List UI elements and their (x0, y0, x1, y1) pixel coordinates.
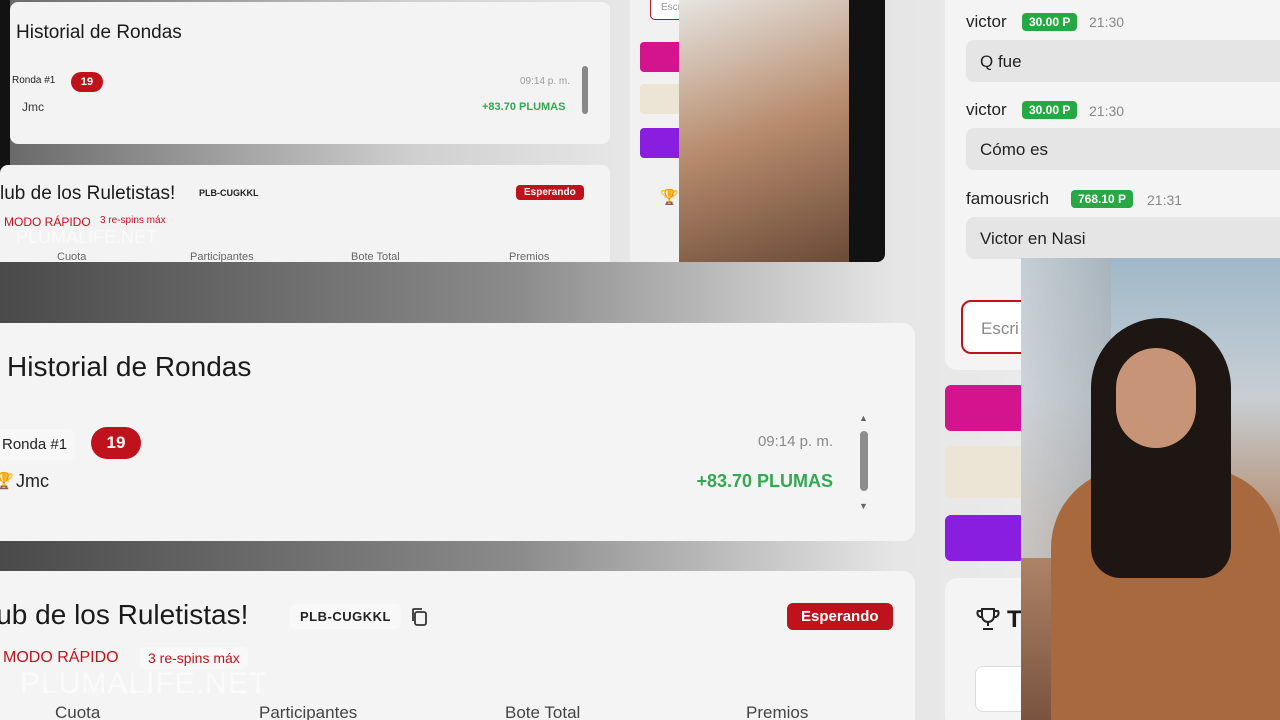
chat-time: 21:31 (1147, 192, 1183, 208)
thumbnail-col-premios: Premios (509, 251, 550, 262)
purple-action-button[interactable] (945, 515, 1025, 561)
round-gain: +83.70 PLUMAS (696, 471, 833, 491)
thumbnail-gain: +83.70 PLUMAS (482, 101, 566, 113)
thumbnail-club-code: PLB-CUGKKL (199, 188, 259, 198)
trophy-icon (976, 608, 1000, 630)
thumbnail-player: Jmc (22, 100, 44, 114)
chat-username: famousrich (966, 189, 1050, 208)
magenta-action-button[interactable] (945, 385, 1025, 431)
club-code: PLB-CUGKKL (290, 604, 401, 629)
thumbnail-col-bote: Bote Total (351, 251, 400, 262)
thumbnail-history-card: Historial de Rondas Ronda #1 19 Jmc 09:1… (10, 2, 610, 144)
thumbnail-respins: 3 re-spins máx (100, 215, 166, 226)
status-badge: Esperando (787, 603, 893, 630)
scrollbar-thumb[interactable] (860, 431, 868, 491)
mode-label: MODO RÁPIDO (3, 649, 119, 666)
copy-icon[interactable] (410, 607, 428, 627)
chat-time: 21:30 (1089, 14, 1125, 30)
thumbnail-round-count: 19 (71, 72, 103, 92)
points-badge: 30.00 P (1022, 101, 1078, 119)
column-participantes: Participantes (259, 703, 358, 720)
thumbnail-col-cuota: Cuota (57, 251, 87, 262)
thumbnail-time: 09:14 p. m. (520, 76, 571, 87)
webcam-feed (1021, 258, 1280, 720)
thumbnail-round-label: Ronda #1 (12, 75, 56, 86)
points-badge: 30.00 P (1022, 13, 1078, 31)
chat-time: 21:30 (1089, 103, 1125, 119)
column-bote-total: Bote Total (505, 703, 581, 720)
round-count-badge: 19 (91, 427, 141, 459)
thumbnail-status-badge: Esperando (516, 185, 584, 200)
thumbnail-content: Historial de Rondas Ronda #1 19 Jmc 09:1… (0, 0, 710, 262)
chat-username: victor (966, 12, 1007, 31)
history-title: Historial de Rondas (7, 351, 252, 382)
webcam-person-face (1116, 348, 1196, 448)
chat-message: Cómo es (966, 128, 1280, 170)
history-round-row: Ronda #1 19 🏆 Jmc 09:14 p. m. +83.70 PLU… (0, 411, 870, 513)
respins-chip: 3 re-spins máx (140, 647, 248, 669)
column-premios: Premios (746, 703, 809, 720)
scroll-down-icon[interactable]: ▼ (859, 501, 868, 511)
club-name: lub de los Ruletistas! (0, 599, 249, 630)
points-badge: 768.10 P (1071, 190, 1134, 208)
history-card: Historial de Rondas Ronda #1 19 🏆 Jmc 09… (0, 323, 915, 541)
round-time: 09:14 p. m. (757, 433, 833, 450)
screen-thumbnail: Historial de Rondas Ronda #1 19 Jmc 09:1… (0, 0, 885, 262)
chat-message: Q fue (966, 40, 1280, 82)
prizes-title: T (1007, 606, 1022, 633)
thumbnail-club-card: lub de los Ruletistas! PLB-CUGKKL Espera… (0, 165, 610, 262)
thumbnail-scrollbar (582, 66, 588, 114)
thumbnail-club-name: lub de los Ruletistas! (0, 183, 176, 204)
column-cuota: Cuota (55, 703, 101, 720)
watermark: PLUMALIFE.NET (20, 667, 269, 700)
round-label: Ronda #1 (0, 429, 76, 460)
thumbnail-watermark: PLUMALIFE.NET (16, 227, 158, 247)
history-scrollbar[interactable]: ▲ ▼ (858, 413, 870, 511)
thumbnail-webcam-feed (679, 0, 849, 262)
beige-action-button[interactable] (945, 446, 1025, 498)
thumbnail-col-participantes: Participantes (190, 251, 254, 262)
scroll-up-icon[interactable]: ▲ (859, 413, 868, 423)
chat-message: Victor en Nasi (966, 217, 1280, 259)
thumbnail-history-title: Historial de Rondas (16, 22, 182, 43)
winner-name: Jmc (16, 471, 49, 491)
trophy-icon: 🏆 (0, 473, 14, 490)
club-card: lub de los Ruletistas! PLB-CUGKKL Espera… (0, 571, 915, 720)
chat-username: victor (966, 100, 1007, 119)
